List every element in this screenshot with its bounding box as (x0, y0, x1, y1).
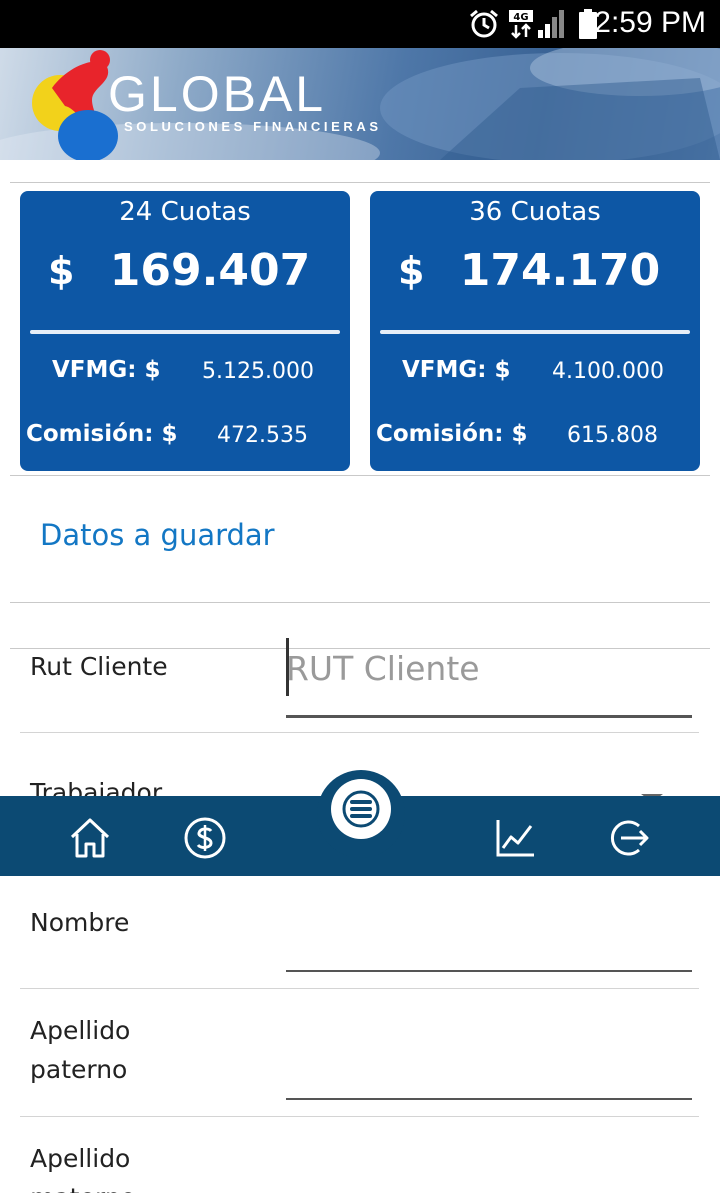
apellido-materno-label: Apellido materno (30, 1144, 136, 1193)
status-bar: 4G 2:59 PM (0, 0, 720, 48)
signal-icon (538, 10, 564, 38)
divider (10, 602, 710, 603)
divider (10, 182, 710, 183)
home-icon[interactable] (68, 816, 112, 860)
card-cuotas: 36 Cuotas (469, 197, 601, 227)
row-divider (20, 1116, 699, 1117)
card-amount: 174.170 (459, 245, 661, 296)
rut-input-underline (286, 715, 692, 718)
text-caret (286, 638, 289, 696)
row-divider (20, 732, 699, 733)
rut-label: Rut Cliente (30, 652, 168, 681)
vfmg-value: 4.100.000 (552, 359, 664, 384)
menu-icon[interactable] (341, 789, 381, 829)
card-amount: 169.407 (109, 245, 311, 296)
alarm-icon (470, 9, 498, 38)
quote-card-24[interactable]: 24 Cuotas $ 169.407 VFMG: $ 5.125.000 Co… (20, 191, 350, 471)
section-title: Datos a guardar (40, 518, 275, 552)
vfmg-label: VFMG: $ (52, 357, 161, 383)
app-header: GLOBAL SOLUCIONES FINANCIERAS (0, 48, 720, 160)
comision-value: 615.808 (567, 423, 658, 448)
clock: 2:59 PM (594, 6, 706, 39)
vfmg-label: VFMG: $ (402, 357, 511, 383)
card-divider (380, 330, 690, 334)
nombre-input[interactable] (286, 970, 692, 972)
apellido-paterno-label: Apellido paterno (30, 1016, 131, 1084)
network-4g-icon: 4G (509, 10, 533, 39)
comision-label: Comisión: $ (376, 421, 528, 447)
divider (10, 475, 710, 476)
rut-input[interactable] (286, 640, 692, 696)
chart-icon[interactable] (493, 816, 537, 860)
apellido-paterno-input[interactable] (286, 1098, 692, 1100)
comision-label: Comisión: $ (26, 421, 178, 447)
vfmg-value: 5.125.000 (202, 359, 314, 384)
card-divider (30, 330, 340, 334)
brand-tagline: SOLUCIONES FINANCIERAS (124, 119, 382, 134)
global-logo-icon (32, 50, 118, 160)
quote-card-36[interactable]: 36 Cuotas $ 174.170 VFMG: $ 4.100.000 Co… (370, 191, 700, 471)
comision-value: 472.535 (217, 423, 308, 448)
nombre-label: Nombre (30, 908, 130, 937)
brand-name: GLOBAL (108, 66, 327, 122)
row-divider (20, 988, 699, 989)
card-cuotas: 24 Cuotas (119, 197, 251, 227)
svg-text:4G: 4G (513, 12, 528, 23)
dollar-icon[interactable] (183, 816, 227, 860)
logout-icon[interactable] (607, 816, 651, 860)
